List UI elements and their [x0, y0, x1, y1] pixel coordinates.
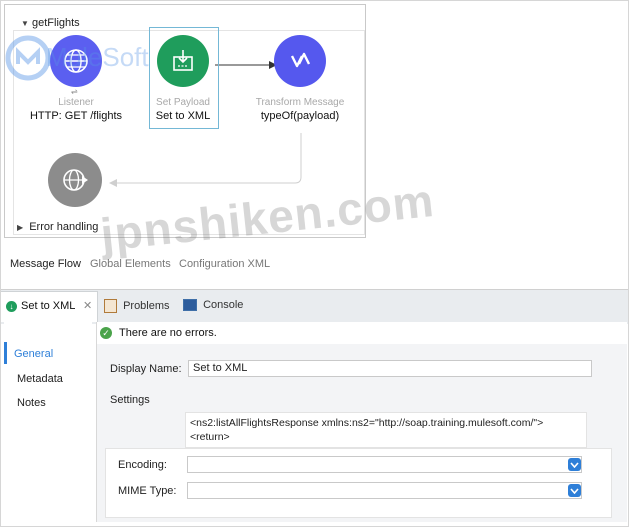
transform-expression: typeOf(payload): [260, 110, 340, 122]
tab-problems[interactable]: Problems: [104, 299, 170, 313]
encoding-label: Encoding:: [118, 459, 167, 471]
value-editor[interactable]: <ns2:listAllFlightsResponse xmlns:ns2="h…: [185, 412, 587, 448]
listener-source-icon: ⇌: [71, 87, 78, 96]
listener-path: HTTP: GET /flights: [29, 110, 123, 122]
mulesoft-watermark: MuleSoft: [4, 34, 184, 84]
mulesoft-watermark-text: MuleSoft: [46, 42, 149, 72]
display-name-input[interactable]: Set to XML: [188, 360, 592, 377]
mime-type-select[interactable]: [187, 482, 582, 499]
settings-heading: Settings: [110, 394, 150, 406]
properties-sidebar: General Metadata Notes: [4, 322, 92, 522]
expand-triangle-icon[interactable]: ▶: [17, 223, 23, 232]
encoding-dropdown-chevron-icon[interactable]: [568, 458, 581, 471]
tab-message-flow[interactable]: Message Flow: [10, 258, 81, 270]
transform-label: Transform Message: [255, 97, 345, 108]
sidebar-item-general[interactable]: General: [14, 348, 53, 360]
set-payload-name: Set to XML: [155, 110, 211, 122]
tab-global-elements[interactable]: Global Elements: [90, 258, 171, 270]
tab-console-label: Console: [203, 299, 244, 312]
value-line-2: <return>: [190, 431, 230, 443]
listener-label: Listener: [58, 97, 94, 108]
globe-icon: [63, 169, 88, 191]
set-payload-label: Set Payload: [156, 97, 210, 108]
tab-problems-label: Problems: [123, 300, 170, 312]
value-line-1: <ns2:listAllFlightsResponse xmlns:ns2="h…: [190, 417, 544, 429]
sidebar-item-notes[interactable]: Notes: [17, 397, 46, 409]
dataweave-icon: [290, 52, 311, 68]
success-check-icon: ✓: [100, 327, 112, 339]
console-icon: [183, 299, 197, 312]
sidebar-active-marker: [4, 342, 7, 364]
tab-configuration-xml[interactable]: Configuration XML: [179, 258, 270, 270]
tab-set-to-xml-label: Set to XML: [21, 300, 76, 312]
component-status-icon: ↓: [6, 301, 17, 312]
error-handling-section[interactable]: ▶ Error handling: [17, 221, 98, 233]
tab-set-to-xml[interactable]: ↓ Set to XML ✕: [0, 291, 98, 322]
transform-node[interactable]: [274, 35, 326, 87]
tab-console[interactable]: Console: [183, 299, 244, 312]
display-name-label: Display Name:: [110, 363, 182, 375]
problems-icon: [104, 299, 117, 313]
sidebar-item-metadata[interactable]: Metadata: [17, 373, 63, 385]
response-node[interactable]: [48, 153, 102, 207]
mime-type-dropdown-chevron-icon[interactable]: [568, 484, 581, 497]
mime-type-label: MIME Type:: [118, 485, 177, 497]
close-tab-icon[interactable]: ✕: [83, 299, 92, 312]
status-message: There are no errors.: [119, 327, 217, 339]
encoding-select[interactable]: [187, 456, 582, 473]
error-handling-label: Error handling: [29, 221, 99, 233]
properties-content: ✓ There are no errors. Display Name: Set…: [96, 322, 627, 522]
